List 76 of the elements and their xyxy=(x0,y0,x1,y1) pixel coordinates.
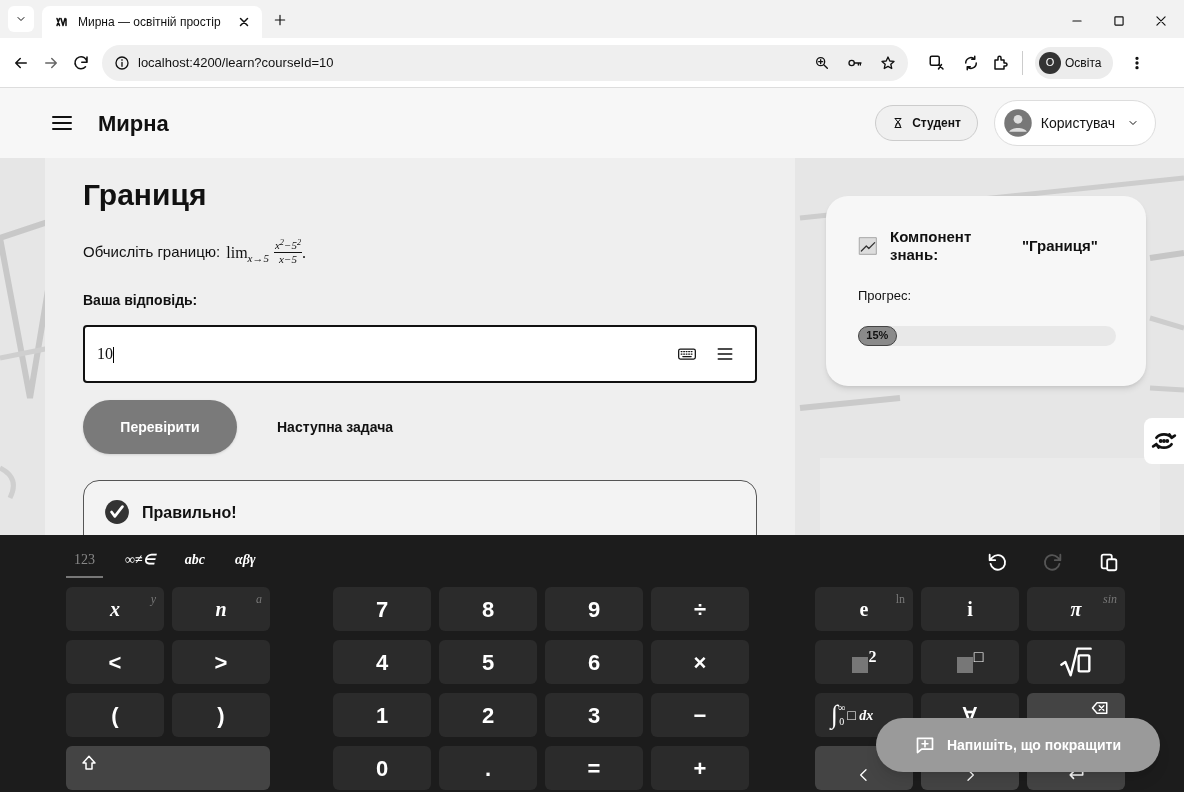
reload-icon[interactable] xyxy=(72,53,90,72)
comment-plus-icon xyxy=(914,735,935,755)
keyboard-key[interactable]: 7 xyxy=(333,587,431,631)
profile-button[interactable]: О Освіта xyxy=(1035,46,1114,79)
keyboard-key[interactable]: 1 xyxy=(333,693,431,737)
keyboard-key[interactable]: 5 xyxy=(439,640,537,684)
keyboard-key[interactable]: ( xyxy=(66,693,164,737)
url-text: localhost:4200/learn?courseId=10 xyxy=(138,53,335,72)
chat-toggle-button[interactable] xyxy=(1144,418,1184,464)
keyboard-key[interactable]: x y xyxy=(66,587,164,631)
check-circle-icon xyxy=(104,499,130,525)
keyboard-key[interactable]: × xyxy=(651,640,749,684)
answer-field[interactable]: 10 xyxy=(83,325,757,383)
close-icon[interactable] xyxy=(1154,14,1168,28)
keyboard-tab[interactable]: abc xyxy=(176,549,213,578)
keyboard-key[interactable]: n a xyxy=(172,587,270,631)
keyboard-key[interactable]: 2 xyxy=(815,640,913,684)
keyboard-key[interactable]: 9 xyxy=(545,587,643,631)
keyboard-key[interactable]: . xyxy=(439,746,537,790)
star-icon[interactable] xyxy=(880,54,896,71)
keyboard-key[interactable]: 8 xyxy=(439,587,537,631)
keyboard-key[interactable] xyxy=(1027,640,1125,684)
keyboard-tab[interactable]: ∞≠∈ xyxy=(117,549,163,578)
app-name: Мирна xyxy=(98,109,169,138)
user-menu-button[interactable]: Користувач xyxy=(993,100,1156,146)
keyboard-key[interactable]: e ln xyxy=(815,587,913,631)
progress-label: Прогрес: xyxy=(858,287,913,305)
component-name: "Границя" xyxy=(1022,235,1098,256)
keyboard-tab[interactable]: αβγ xyxy=(226,549,264,578)
translate-icon[interactable] xyxy=(928,53,946,72)
keyboard-key[interactable]: + xyxy=(651,746,749,790)
next-task-button[interactable]: Наступна задача xyxy=(277,416,394,438)
undo-icon[interactable] xyxy=(986,551,1008,573)
keyboard-key[interactable]: = xyxy=(545,746,643,790)
keyboard-key[interactable]: 6 xyxy=(545,640,643,684)
plus-icon xyxy=(273,13,287,27)
profile-name: Освіта xyxy=(1065,54,1102,72)
maximize-icon[interactable] xyxy=(1112,14,1126,28)
zoom-icon[interactable] xyxy=(814,54,830,71)
role-button[interactable]: Студент xyxy=(875,105,978,141)
keyboard-key[interactable]: − xyxy=(651,693,749,737)
task-prompt: Обчисліть границю: xyxy=(83,242,221,263)
tab-title: Мирна — освітній простір xyxy=(78,14,222,31)
shift-icon xyxy=(80,754,98,772)
keyboard-key[interactable]: 4 xyxy=(333,640,431,684)
check-button[interactable]: Перевірити xyxy=(83,400,237,454)
answer-label: Ваша відповідь: xyxy=(83,291,199,310)
keyboard-key[interactable]: 0 xyxy=(333,746,431,790)
avatar-icon xyxy=(1002,108,1033,138)
backspace-icon xyxy=(1089,699,1111,717)
address-bar[interactable]: localhost:4200/learn?courseId=10 xyxy=(102,44,908,81)
keyboard-key[interactable]: ) xyxy=(172,693,270,737)
keyboard-key[interactable]: 3 xyxy=(545,693,643,737)
component-title: Компонент знань: xyxy=(890,228,973,264)
close-icon[interactable] xyxy=(238,16,250,28)
chart-icon xyxy=(858,236,878,256)
hourglass-icon xyxy=(892,116,905,130)
keyboard-key[interactable]: < xyxy=(66,640,164,684)
answer-value: 10 xyxy=(97,344,115,366)
paste-icon[interactable] xyxy=(1098,551,1120,573)
result-text: Правильно! xyxy=(142,503,237,523)
keyboard-key[interactable]: i xyxy=(921,587,1019,631)
keyboard-key[interactable]: π sin xyxy=(1027,587,1125,631)
extension-icon[interactable] xyxy=(992,53,1010,72)
keyboard-key[interactable]: > xyxy=(172,640,270,684)
sync-icon[interactable] xyxy=(962,53,980,72)
info-icon xyxy=(114,54,130,71)
keyboard-key[interactable]: 2 xyxy=(439,693,537,737)
browser-tab[interactable]: Мирна — освітній простір xyxy=(42,6,262,38)
progress-fill: 15% xyxy=(858,325,897,346)
app-logo-icon xyxy=(54,16,70,28)
task-title: Границя xyxy=(83,177,208,213)
keyboard-tab[interactable]: 123 xyxy=(66,549,103,578)
keyboard-key[interactable]: ÷ xyxy=(651,587,749,631)
profile-avatar: О xyxy=(1039,51,1061,74)
keyboard-key[interactable]: □ xyxy=(921,640,1019,684)
